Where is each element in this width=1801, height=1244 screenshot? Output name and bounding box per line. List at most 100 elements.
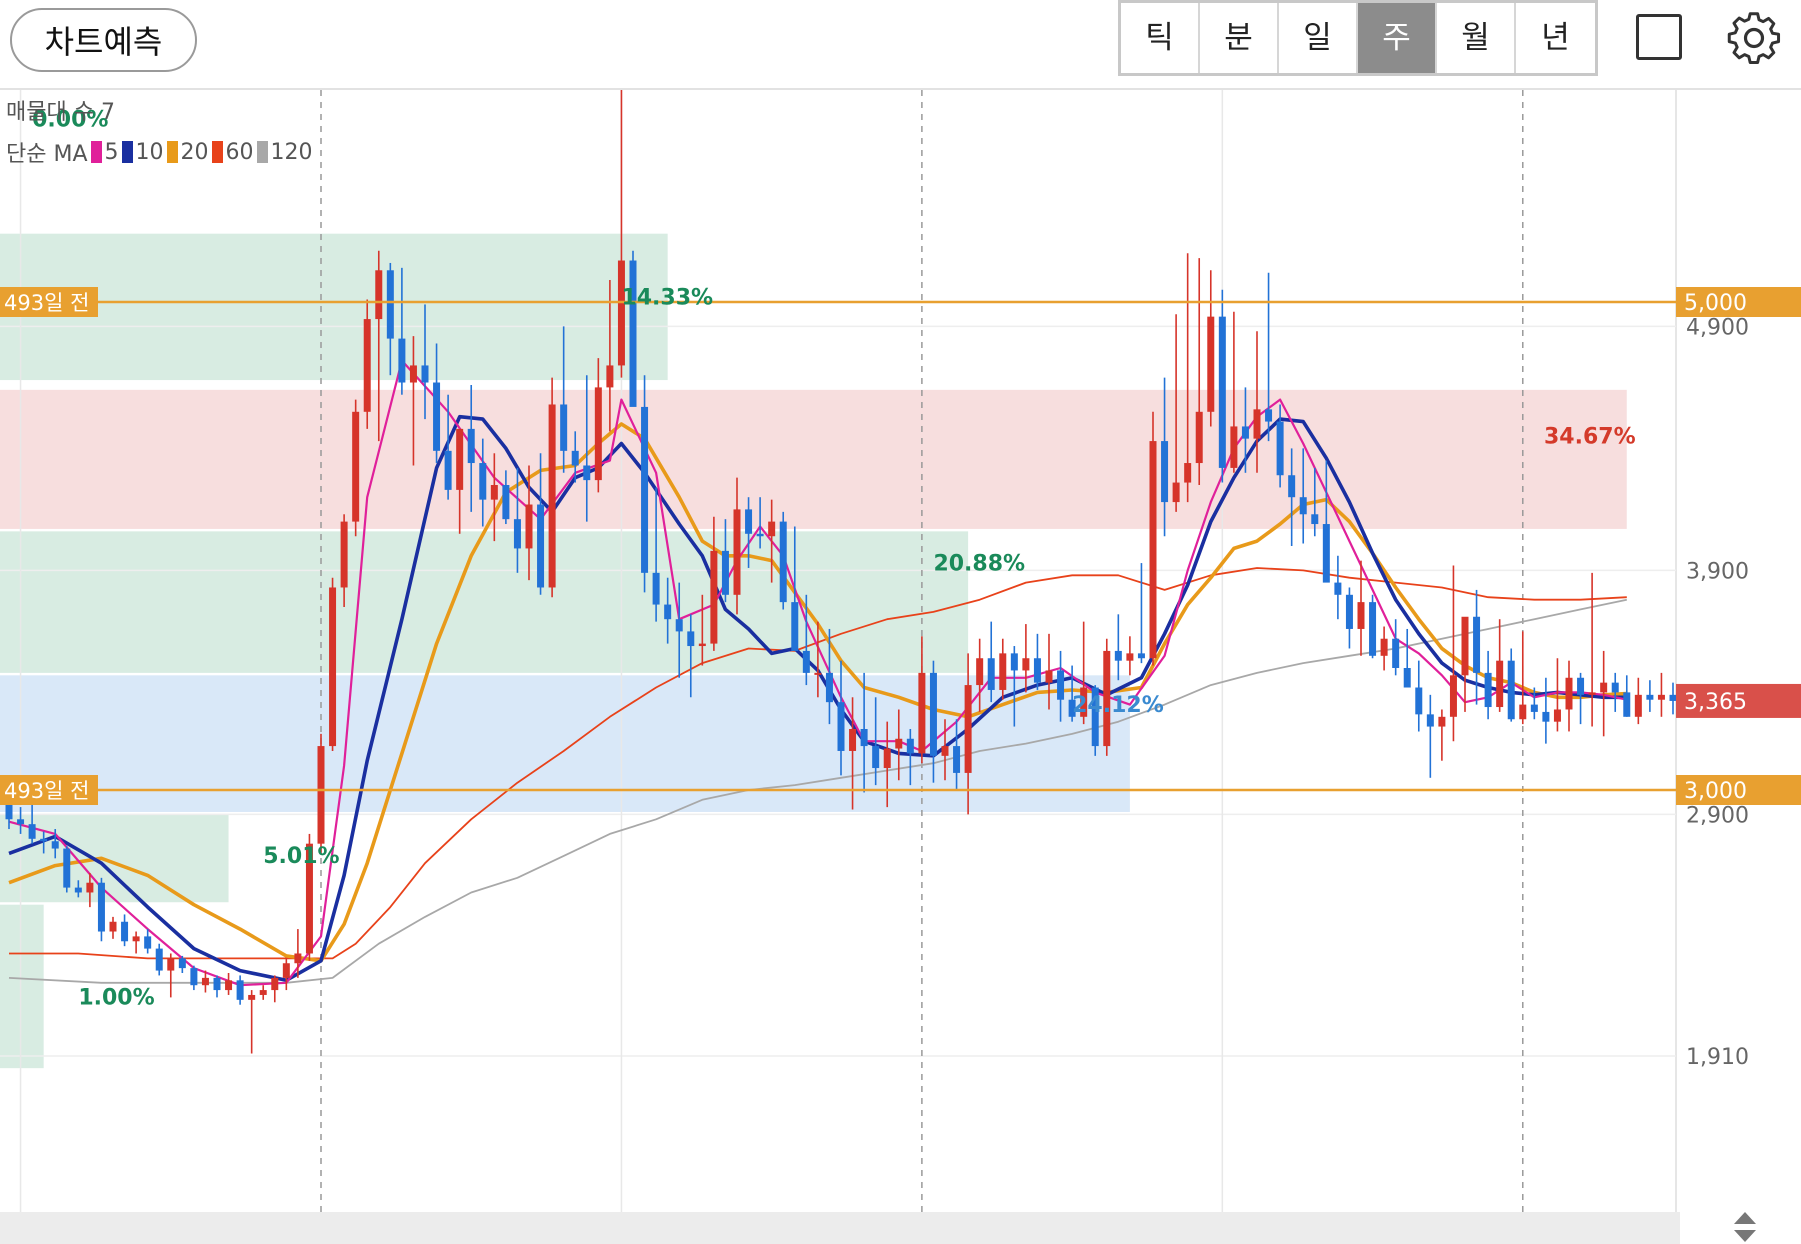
candle-body-100 <box>1161 441 1169 503</box>
candle-body-55 <box>641 406 649 573</box>
period-tab-month[interactable]: 월 <box>1437 3 1516 73</box>
ma-60-label: 60 <box>225 139 254 165</box>
candle-103 <box>1195 258 1203 485</box>
candle-body-35 <box>409 365 417 383</box>
candle-body-12 <box>144 936 152 949</box>
candle-13 <box>155 943 163 976</box>
candle-body-40 <box>467 428 475 464</box>
volume-zone-3 <box>0 675 1130 812</box>
top-toolbar: 차트예측 틱 분 일 주 월 년 <box>0 0 1801 90</box>
candle-body-31 <box>363 319 371 412</box>
candle-body-122 <box>1415 687 1423 715</box>
candle-body-84 <box>976 658 984 686</box>
ma-5-swatch <box>90 141 102 163</box>
volume-zone-1 <box>0 389 1627 529</box>
candle-body-128 <box>1484 672 1492 708</box>
candle-16 <box>190 965 198 991</box>
fullscreen-square-icon[interactable] <box>1636 14 1682 60</box>
candle-body-10 <box>121 921 129 942</box>
candle-133 <box>1542 677 1550 744</box>
price-line-left-tag-1: 493일 전 <box>0 775 98 805</box>
candle-body-20 <box>236 980 244 1000</box>
candle-body-138 <box>1600 682 1608 693</box>
candle-body-132 <box>1530 704 1538 712</box>
y-tick-label-5920: 5,920 <box>1686 90 1749 92</box>
ma-legend: 단순 MA 5 10 20 60 120 <box>6 136 313 168</box>
candle-body-72 <box>837 702 845 751</box>
volume-zone-2 <box>0 531 969 673</box>
candle-139 <box>1611 672 1619 712</box>
zone-percent-label-3: 20.88% <box>933 551 1025 576</box>
candle-11 <box>132 931 140 954</box>
candle-body-63 <box>733 509 741 595</box>
candle-body-143 <box>1657 694 1665 700</box>
candle-121 <box>1403 628 1411 688</box>
candle-body-129 <box>1496 660 1504 708</box>
ma-legend-title: 단순 MA <box>6 142 88 167</box>
candle-21 <box>248 990 256 1054</box>
candle-body-41 <box>479 463 487 500</box>
candle-body-130 <box>1507 660 1515 720</box>
candle-89 <box>1033 633 1041 690</box>
chart-predict-button[interactable]: 차트예측 <box>10 8 197 72</box>
candle-body-105 <box>1218 316 1226 468</box>
candle-67 <box>779 511 787 610</box>
candle-body-103 <box>1195 411 1203 464</box>
gear-icon[interactable] <box>1726 10 1782 66</box>
candle-99 <box>1149 411 1157 666</box>
candle-body-60 <box>698 643 706 647</box>
candle-body-104 <box>1207 316 1215 412</box>
candle-8 <box>97 877 105 942</box>
candle-128 <box>1484 650 1492 720</box>
candle-body-52 <box>606 365 614 388</box>
candle-body-14 <box>167 958 175 971</box>
candle-body-74 <box>860 729 868 747</box>
candle-body-56 <box>652 572 660 605</box>
candle-97 <box>1126 636 1134 676</box>
candle-20 <box>236 975 244 1005</box>
candle-body-75 <box>872 746 880 769</box>
candle-body-88 <box>1022 658 1030 671</box>
candle-19 <box>225 973 233 995</box>
candle-body-38 <box>444 450 452 490</box>
candle-body-57 <box>664 604 672 620</box>
period-tab-tick[interactable]: 틱 <box>1121 3 1200 73</box>
period-selector: 틱 분 일 주 월 년 <box>1118 0 1598 76</box>
scroll-arrows-icon[interactable] <box>1730 1210 1760 1244</box>
candle-body-99 <box>1149 441 1157 659</box>
candle-body-141 <box>1634 694 1642 717</box>
ma-60-swatch <box>211 141 223 163</box>
candle-body-118 <box>1369 602 1377 656</box>
candle-body-66 <box>768 521 776 537</box>
candle-119 <box>1380 626 1388 671</box>
candle-body-87 <box>1010 653 1018 671</box>
candle-body-106 <box>1230 426 1238 468</box>
candle-body-9 <box>109 921 117 932</box>
candle-127 <box>1473 589 1481 705</box>
candle-54 <box>629 250 637 407</box>
candle-body-67 <box>779 521 787 603</box>
candle-body-109 <box>1265 409 1273 422</box>
candle-130 <box>1507 648 1515 722</box>
candle-body-23 <box>271 977 279 991</box>
ma-120-label: 120 <box>270 139 313 165</box>
candle-126 <box>1461 616 1469 712</box>
zone-percent-label-6: 1.00% <box>78 986 154 1011</box>
candle-body-15 <box>178 958 186 969</box>
candle-body-117 <box>1357 602 1365 629</box>
candle-body-73 <box>849 729 857 751</box>
candle-body-50 <box>583 465 591 481</box>
candlestick-chart[interactable]: 493일 전 5,000493일 전 3,0000.00%14.33%34.67%2… <box>0 90 1801 1244</box>
candle-body-82 <box>953 746 961 773</box>
candle-123 <box>1426 694 1434 778</box>
volume-profile-label: 매물대 수 7 <box>6 100 115 125</box>
period-tab-year[interactable]: 년 <box>1516 3 1595 73</box>
candle-body-22 <box>259 990 267 995</box>
candle-body-4 <box>51 841 59 849</box>
period-tab-day[interactable]: 일 <box>1279 3 1358 73</box>
candle-141 <box>1634 677 1642 725</box>
candle-23 <box>271 975 279 1003</box>
period-tab-week[interactable]: 주 <box>1358 3 1437 73</box>
period-tab-minute[interactable]: 분 <box>1200 3 1279 73</box>
zone-percent-label-2: 34.67% <box>1544 425 1636 450</box>
